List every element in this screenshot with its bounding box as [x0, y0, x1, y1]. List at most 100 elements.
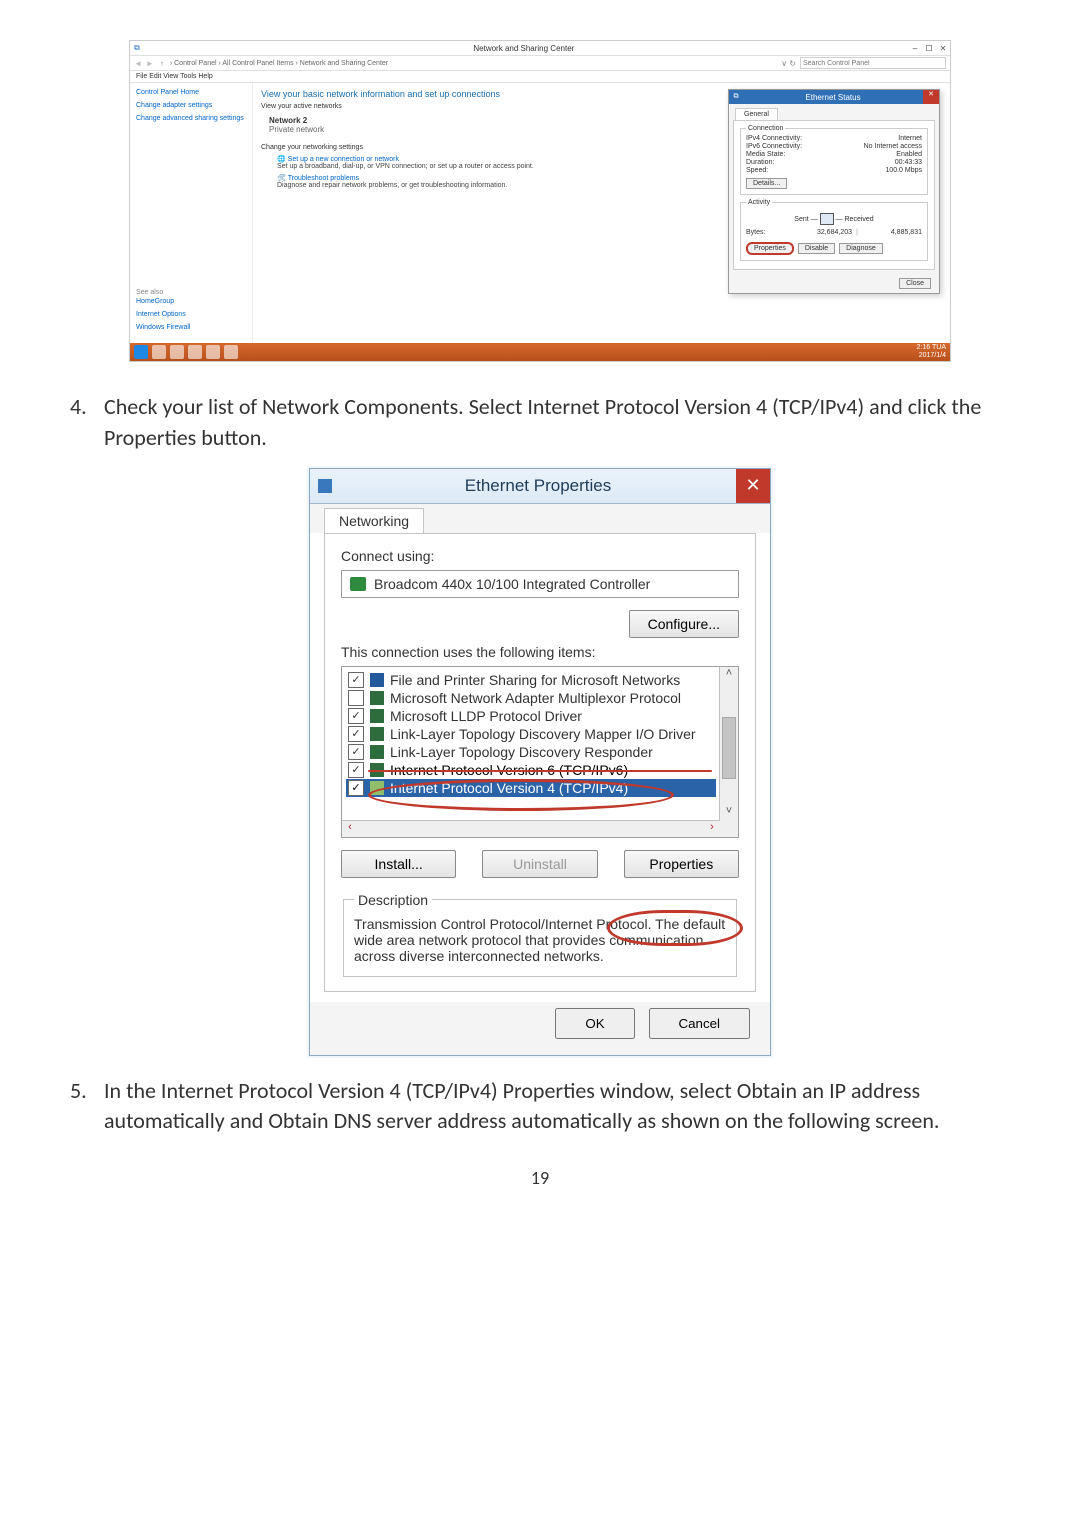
minimize-button[interactable]: –: [908, 44, 922, 53]
step-4-number: 4.: [70, 392, 104, 454]
taskbar-app-icon[interactable]: [188, 345, 202, 359]
sidebar-control-panel-home[interactable]: Control Panel Home: [136, 89, 246, 96]
bytes-received: 4,885,831: [862, 229, 922, 236]
nav-back-icon[interactable]: ◄: [134, 59, 142, 68]
ipv4-conn-label: IPv4 Connectivity:: [746, 135, 898, 142]
step-5-text: In the Internet Protocol Version 4 (TCP/…: [104, 1076, 1010, 1138]
checkbox[interactable]: ✓: [348, 708, 364, 724]
step-5-number: 5.: [70, 1076, 104, 1138]
bytes-label: Bytes:: [746, 229, 792, 236]
checkbox[interactable]: ✓: [348, 744, 364, 760]
sidebar-internet-options[interactable]: Internet Options: [136, 311, 246, 318]
list-item[interactable]: Microsoft Network Adapter Multiplexor Pr…: [346, 689, 716, 707]
scroll-thumb[interactable]: [722, 717, 736, 779]
search-input[interactable]: [800, 57, 946, 69]
duration-label: Duration:: [746, 159, 895, 166]
disable-button[interactable]: Disable: [798, 243, 835, 254]
configure-button[interactable]: Configure...: [629, 610, 739, 638]
checkbox[interactable]: ✓: [348, 672, 364, 688]
dialog-close-button[interactable]: ✕: [736, 469, 770, 503]
components-listbox[interactable]: ✓File and Printer Sharing for Microsoft …: [341, 666, 739, 838]
list-item[interactable]: ✓Internet Protocol Version 4 (TCP/IPv4): [346, 779, 716, 797]
checkbox[interactable]: [348, 690, 364, 706]
dialog-title: Ethernet Properties: [340, 476, 736, 496]
uninstall-button: Uninstall: [482, 850, 597, 878]
properties-button[interactable]: Properties: [746, 242, 794, 255]
cancel-button[interactable]: Cancel: [649, 1008, 751, 1039]
ipv4-conn-value: Internet: [898, 135, 922, 142]
taskbar-ie-icon[interactable]: [134, 345, 148, 359]
speed-label: Speed:: [746, 167, 885, 174]
nav-up-icon[interactable]: ↑: [160, 59, 164, 68]
list-item[interactable]: ✓Link-Layer Topology Discovery Responder: [346, 743, 716, 761]
install-button[interactable]: Install...: [341, 850, 456, 878]
ethernet-properties-dialog: Ethernet Properties ✕ Networking Connect…: [309, 468, 771, 1056]
list-item[interactable]: ✓Internet Protocol Version 6 (TCP/IPv6): [346, 761, 716, 779]
computer-icon: [820, 213, 834, 225]
speed-value: 100.0 Mbps: [885, 167, 922, 174]
sidebar-see-also: See also: [136, 289, 246, 296]
checkbox[interactable]: ✓: [348, 726, 364, 742]
properties-button[interactable]: Properties: [624, 850, 739, 878]
connection-fieldset: Connection IPv4 Connectivity:Internet IP…: [740, 125, 928, 195]
scroll-up-icon[interactable]: ˄: [720, 667, 738, 683]
media-state-label: Media State:: [746, 151, 896, 158]
adapter-name: Broadcom 440x 10/100 Integrated Controll…: [374, 576, 650, 592]
scroll-right-icon[interactable]: ›: [704, 821, 720, 837]
taskbar-app-icon[interactable]: [206, 345, 220, 359]
tab-networking[interactable]: Networking: [324, 508, 424, 533]
maximize-button[interactable]: ☐: [922, 44, 936, 53]
breadcrumb[interactable]: › Control Panel › All Control Panel Item…: [170, 60, 777, 67]
horizontal-scrollbar[interactable]: ‹ ›: [342, 820, 720, 837]
sent-label: Sent: [794, 216, 808, 223]
list-item[interactable]: ✓File and Printer Sharing for Microsoft …: [346, 671, 716, 689]
action-new-connection-link[interactable]: Set up a new connection or network: [288, 156, 399, 163]
received-label: Received: [845, 216, 874, 223]
taskbar-time: 2:16 TUA: [917, 344, 946, 352]
main-panel: View your basic network information and …: [253, 83, 950, 343]
duration-value: 00:43:33: [895, 159, 922, 166]
tab-general[interactable]: General: [735, 108, 778, 120]
details-button[interactable]: Details...: [746, 178, 787, 189]
action-troubleshoot-link[interactable]: Troubleshoot problems: [288, 175, 359, 182]
step-4: 4. Check your list of Network Components…: [70, 392, 1010, 454]
sidebar-windows-firewall[interactable]: Windows Firewall: [136, 324, 246, 331]
protocol-icon: [370, 727, 384, 741]
diagnose-button[interactable]: Diagnose: [839, 243, 883, 254]
nav-fwd-icon[interactable]: ►: [146, 59, 154, 68]
checkbox[interactable]: ✓: [348, 762, 364, 778]
list-item[interactable]: ✓ Microsoft LLDP Protocol Driver: [346, 707, 716, 725]
scroll-down-icon[interactable]: ˅: [720, 805, 738, 821]
protocol-icon: [370, 691, 384, 705]
action-troubleshoot-desc: Diagnose and repair network problems, or…: [277, 182, 507, 189]
page-number: 19: [70, 1167, 1010, 1189]
description-fieldset: Description Transmission Control Protoco…: [343, 892, 737, 977]
list-item-label: Microsoft Network Adapter Multiplexor Pr…: [390, 690, 681, 706]
taskbar-explorer-icon[interactable]: [152, 345, 166, 359]
network-type: Private network: [269, 125, 762, 134]
close-button[interactable]: Close: [899, 278, 931, 289]
window-title: Network and Sharing Center: [140, 44, 908, 53]
sidebar-advanced-sharing[interactable]: Change advanced sharing settings: [136, 115, 246, 122]
taskbar-clock[interactable]: 2:16 TUA 2017/1/4: [917, 344, 946, 360]
taskbar-app-icon[interactable]: [224, 345, 238, 359]
list-item-label: Microsoft LLDP Protocol Driver: [390, 708, 582, 724]
list-item[interactable]: ✓Link-Layer Topology Discovery Mapper I/…: [346, 725, 716, 743]
scroll-left-icon[interactable]: ‹: [342, 821, 358, 837]
refresh-icon[interactable]: ∨ ↻: [781, 59, 796, 68]
taskbar: 2:16 TUA 2017/1/4: [130, 343, 950, 361]
vertical-scrollbar[interactable]: ˄ ˅: [719, 667, 738, 837]
media-state-value: Enabled: [896, 151, 922, 158]
action-new-connection-desc: Set up a broadband, dial-up, or VPN conn…: [277, 163, 534, 170]
address-bar: ◄ ► ↑ › Control Panel › All Control Pane…: [130, 56, 950, 71]
checkbox[interactable]: ✓: [348, 780, 364, 796]
ethernet-status-close[interactable]: ✕: [923, 90, 939, 104]
ipv6-conn-value: No Internet access: [864, 143, 922, 150]
close-button[interactable]: ✕: [936, 44, 950, 53]
sidebar-change-adapter[interactable]: Change adapter settings: [136, 102, 246, 109]
taskbar-app-icon[interactable]: [170, 345, 184, 359]
ok-button[interactable]: OK: [555, 1008, 634, 1039]
sidebar-homegroup[interactable]: HomeGroup: [136, 298, 246, 305]
ethernet-status-titlebar: ⧉ Ethernet Status ✕: [729, 90, 939, 104]
menu-bar[interactable]: File Edit View Tools Help: [130, 71, 950, 83]
